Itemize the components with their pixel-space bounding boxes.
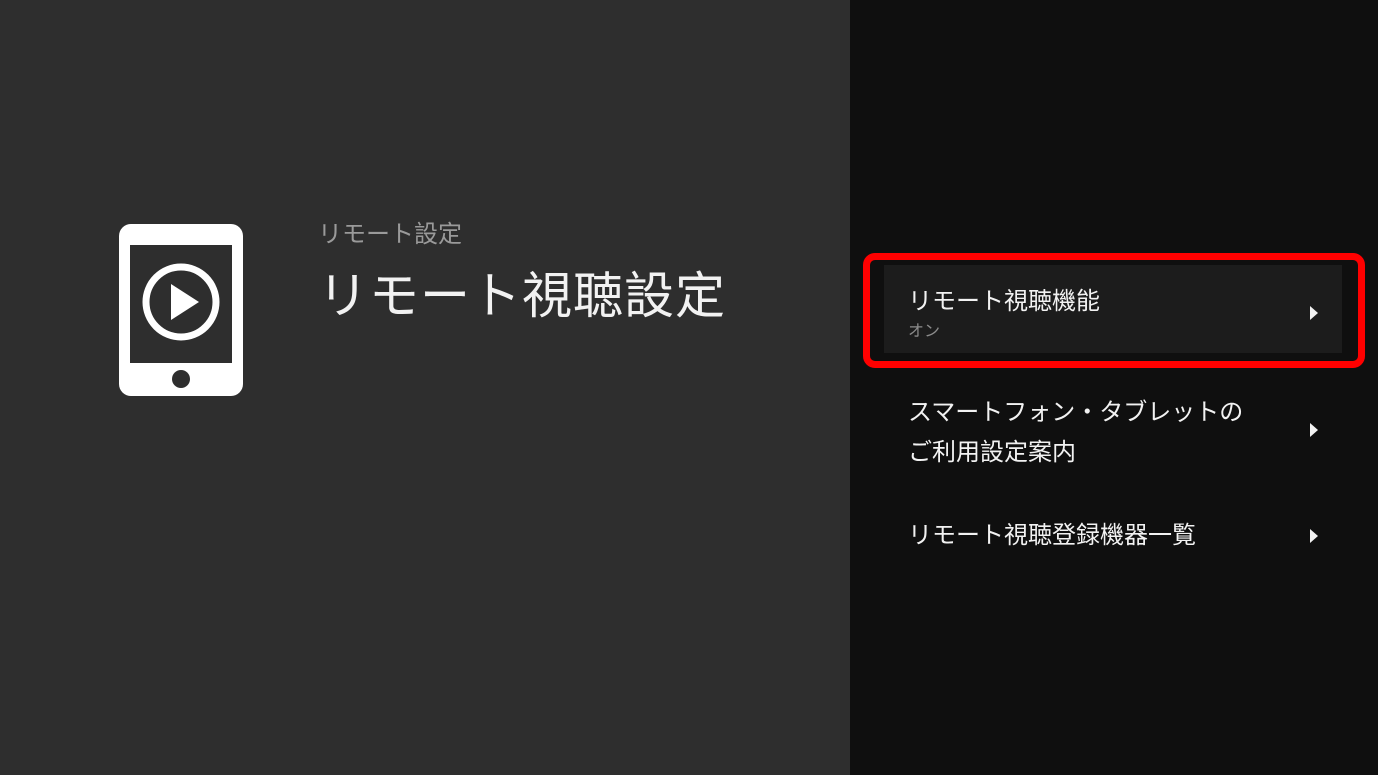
chevron-right-icon	[1310, 306, 1318, 320]
menu-item-smartphone-tablet-guide[interactable]: スマートフォン・タブレットの ご利用設定案内	[884, 392, 1342, 472]
menu-item-label-line1: スマートフォン・タブレットの	[908, 398, 1244, 426]
menu-item-label-line2: ご利用設定案内	[908, 438, 1076, 466]
settings-menu	[850, 0, 1378, 775]
chevron-right-icon	[1310, 423, 1318, 437]
page-title: リモート視聴設定	[318, 267, 726, 325]
left-pane: リモート設定 リモート視聴設定	[0, 0, 850, 775]
menu-item-registered-devices[interactable]: リモート視聴登録機器一覧	[884, 516, 1342, 556]
menu-item-status: オン	[908, 321, 941, 340]
chevron-right-icon	[1310, 529, 1318, 543]
tablet-play-icon	[119, 224, 243, 396]
screen: リモート設定 リモート視聴設定 リモート視聴機能 オン スマートフォン・タブレッ…	[0, 0, 1378, 775]
menu-item-remote-viewing-function[interactable]: リモート視聴機能 オン	[884, 265, 1342, 353]
menu-item-label: リモート視聴登録機器一覧	[908, 521, 1196, 549]
menu-item-label: リモート視聴機能	[908, 287, 1100, 315]
breadcrumb: リモート設定	[318, 220, 462, 248]
